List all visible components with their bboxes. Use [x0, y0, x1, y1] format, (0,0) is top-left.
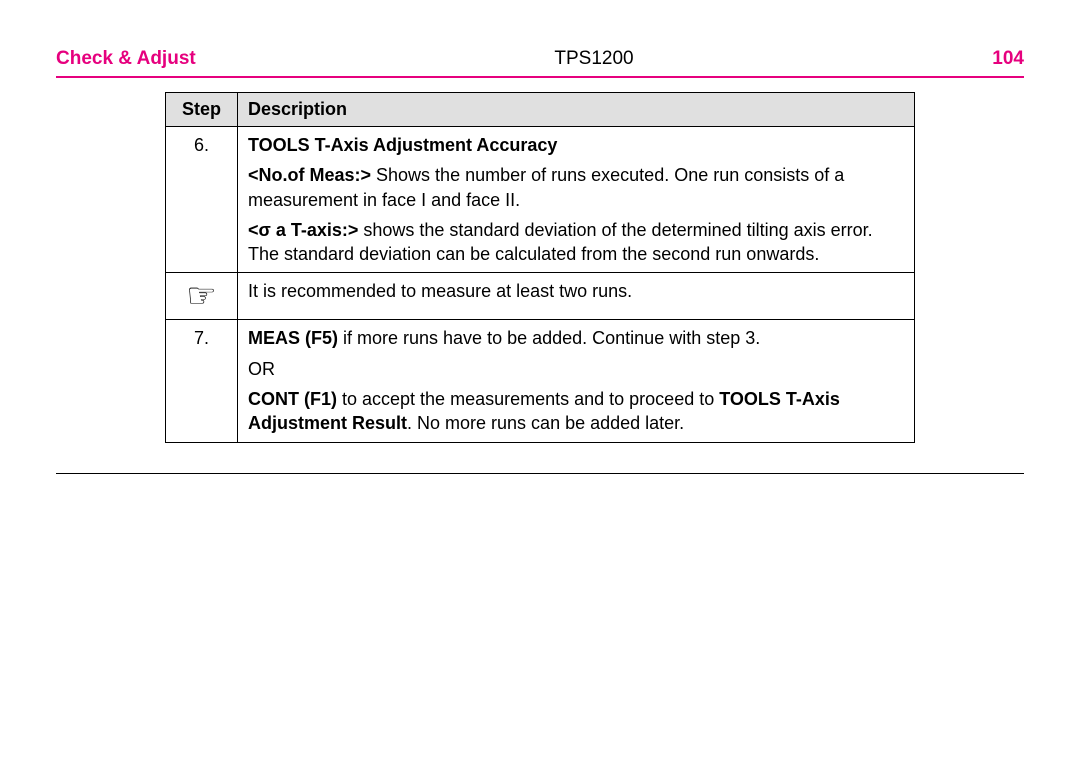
- key-text: . No more runs can be added later.: [407, 413, 684, 433]
- key-text: if more runs have to be added. Continue …: [338, 328, 760, 348]
- key-text: to accept the measurements and to procee…: [337, 389, 719, 409]
- note-text: It is recommended to measure at least tw…: [238, 273, 915, 320]
- field-label: <σ a T-axis:>: [248, 220, 358, 240]
- steps-table: Step Description 6. TOOLS T-Axis Adjustm…: [165, 92, 915, 443]
- step-description: TOOLS T-Axis Adjustment Accuracy <No.of …: [238, 127, 915, 273]
- table-row: 6. TOOLS T-Axis Adjustment Accuracy <No.…: [166, 127, 915, 273]
- row-title: TOOLS T-Axis Adjustment Accuracy: [248, 135, 557, 155]
- col-header-step: Step: [166, 93, 238, 127]
- page-number: 104: [992, 48, 1024, 70]
- table-header-row: Step Description: [166, 93, 915, 127]
- field-label: <No.of Meas:>: [248, 165, 371, 185]
- or-separator: OR: [248, 357, 904, 381]
- note-icon-cell: ☞: [166, 273, 238, 320]
- pointing-hand-icon: ☞: [176, 279, 227, 313]
- key-label: CONT (F1): [248, 389, 337, 409]
- footer-rule: [56, 473, 1024, 474]
- key-label: MEAS (F5): [248, 328, 338, 348]
- step-number: 7.: [166, 320, 238, 442]
- table-row: ☞ It is recommended to measure at least …: [166, 273, 915, 320]
- page-header: Check & Adjust TPS1200 104: [56, 48, 1024, 78]
- step-description: MEAS (F5) if more runs have to be added.…: [238, 320, 915, 442]
- table-row: 7. MEAS (F5) if more runs have to be add…: [166, 320, 915, 442]
- document-title: TPS1200: [554, 48, 633, 70]
- section-title: Check & Adjust: [56, 48, 196, 70]
- col-header-description: Description: [238, 93, 915, 127]
- step-number: 6.: [166, 127, 238, 273]
